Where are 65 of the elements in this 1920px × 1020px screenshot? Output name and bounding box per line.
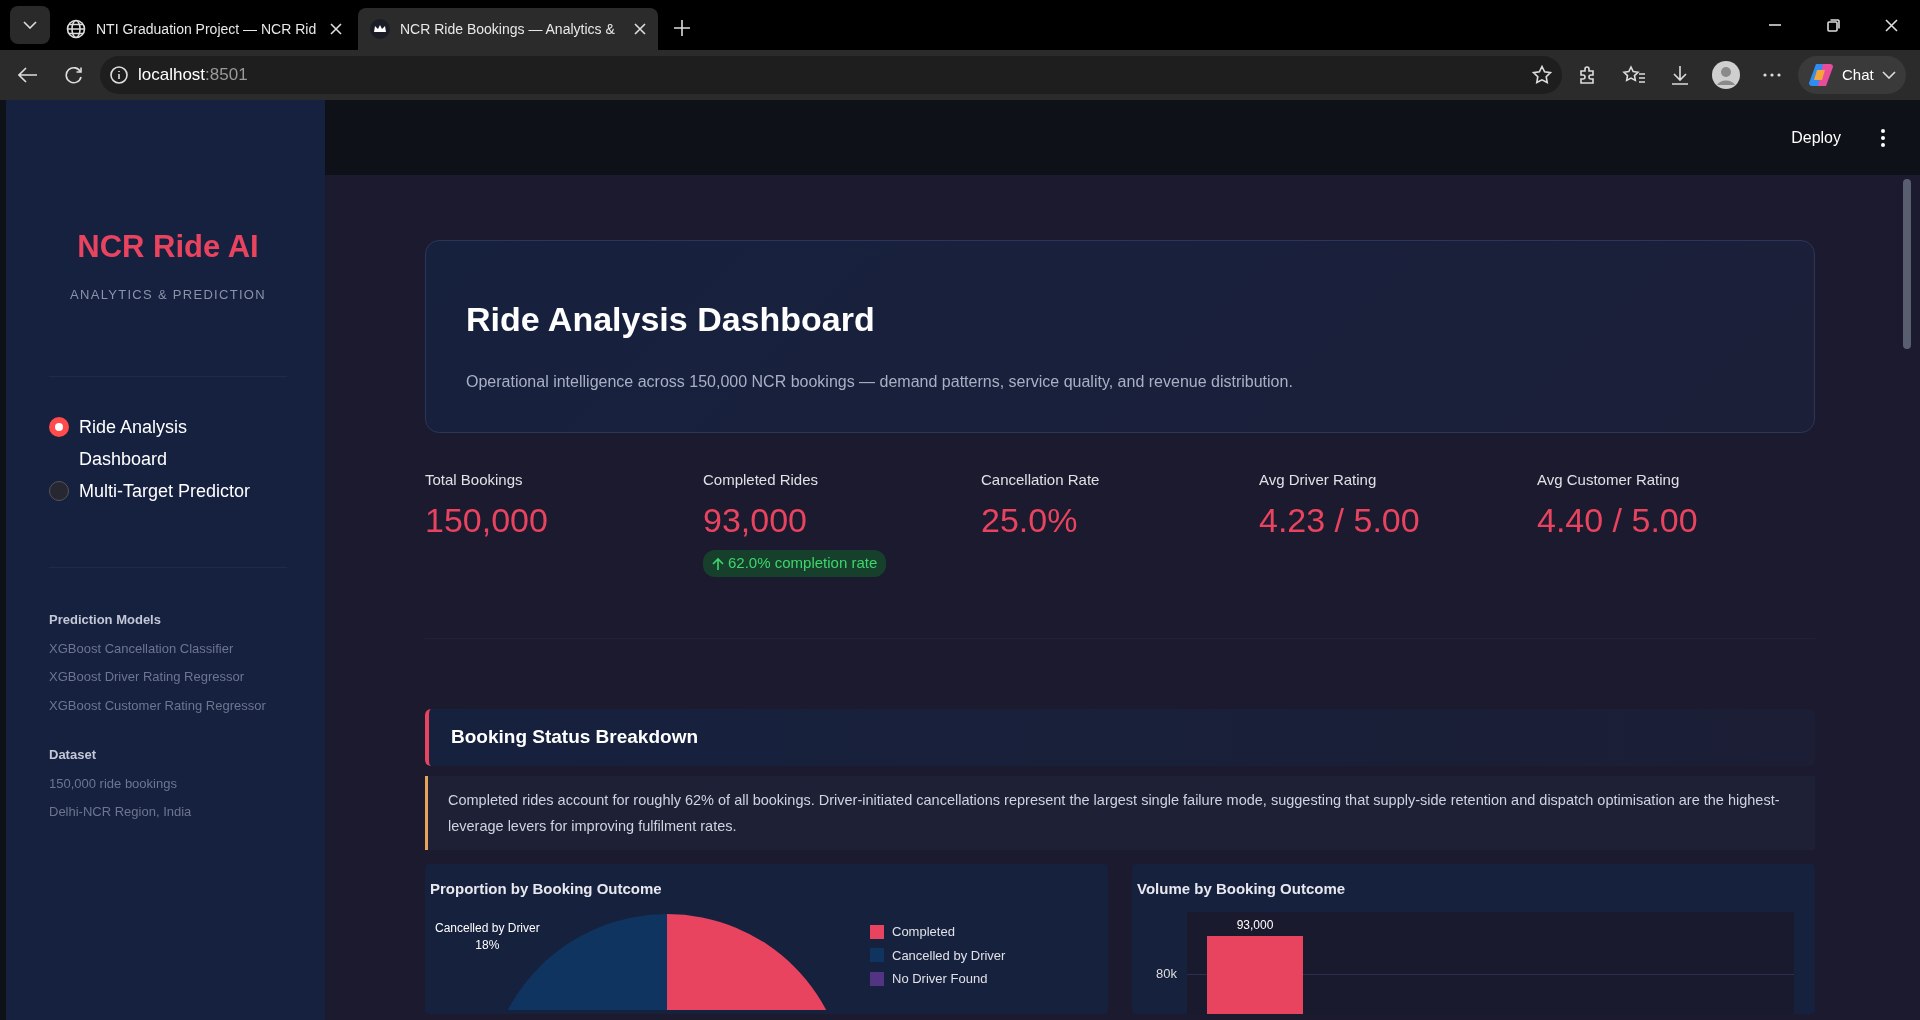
metric-value: 93,000	[703, 500, 808, 542]
section-heading: Prediction Models	[49, 611, 162, 629]
reload-icon	[65, 66, 83, 84]
globe-icon	[66, 19, 86, 39]
minimize-icon	[1769, 24, 1781, 26]
app-title: NCR Ride AI	[76, 228, 260, 266]
metric-value: 4.23 / 5.00	[1259, 500, 1421, 542]
legend-label: Cancelled by Driver	[892, 946, 1006, 965]
axis-tick: 80k	[1156, 966, 1177, 982]
page-subtitle: Operational intelligence across 150,000 NCR bookings — demand patterns, service quality, and revenue distribution.	[466, 371, 1294, 392]
metric-label: Total Bookings	[425, 469, 524, 490]
star-icon	[1532, 65, 1552, 85]
restore-icon	[1826, 18, 1840, 32]
nav-option[interactable]: Multi-Target Predictor	[79, 475, 251, 507]
radio-button[interactable]	[49, 417, 69, 437]
metric-value: 4.40 / 5.00	[1537, 500, 1699, 542]
delta-badge: 62.0% completion rate	[703, 550, 887, 577]
avatar-icon	[1712, 61, 1740, 89]
sidebar-text: XGBoost Driver Rating Regressor	[49, 668, 246, 686]
browser-tab[interactable]: NTI Graduation Project — NCR Rid	[54, 8, 354, 50]
close-icon	[330, 23, 342, 35]
section-heading: Dataset	[49, 746, 97, 764]
copilot-icon	[1808, 62, 1834, 88]
chart-title: Volume by Booking Outcome	[1137, 878, 1347, 899]
chart-title: Proportion by Booking Outcome	[430, 878, 663, 899]
scrollbar[interactable]	[1903, 179, 1911, 349]
app-subtitle: ANALYTICS & PREDICTION	[69, 285, 267, 304]
slice-value: 18%	[474, 937, 501, 955]
metric-value: 150,000	[425, 500, 549, 542]
back-arrow-icon	[18, 67, 38, 83]
kebab-menu-icon	[1881, 128, 1885, 147]
nav-option[interactable]: Ride Analysis Dashboard	[79, 411, 274, 475]
legend-label: Completed	[892, 923, 955, 942]
bar-value-label: 93,000	[1236, 918, 1274, 933]
close-icon	[1884, 18, 1898, 32]
browser-tab[interactable]: NCR Ride Bookings — Analytics &	[358, 8, 658, 50]
slice-label: Cancelled by Driver	[435, 920, 540, 938]
chat-button[interactable]: Chat	[1798, 56, 1906, 94]
section-title: Booking Status Breakdown	[425, 708, 1815, 766]
star-list-icon	[1622, 65, 1646, 85]
sidebar-text: XGBoost Cancellation Classifier	[49, 639, 235, 658]
more-icon	[1763, 73, 1781, 77]
tab-list-button[interactable]	[10, 6, 50, 44]
metric-label: Completed Rides	[703, 469, 820, 490]
info-icon	[110, 66, 128, 84]
metric-label: Cancellation Rate	[981, 469, 1101, 490]
sidebar-text: 150,000 ride bookings	[49, 774, 178, 793]
chevron-down-icon	[1881, 71, 1896, 79]
crown-icon	[370, 19, 390, 39]
sidebar-text: XGBoost Customer Rating Regressor	[49, 696, 267, 715]
chevron-down-icon	[23, 21, 37, 29]
page-title: Ride Analysis Dashboard	[466, 299, 876, 340]
arrow-icon	[712, 556, 724, 571]
download-icon	[1671, 65, 1689, 85]
radio-button[interactable]	[49, 481, 69, 501]
plus-icon	[673, 19, 691, 37]
metric-label: Avg Customer Rating	[1537, 469, 1681, 490]
metric-value: 25.0%	[981, 500, 1079, 542]
address-bar[interactable]: localhost:8501	[100, 56, 1562, 94]
metric-label: Avg Driver Rating	[1259, 469, 1378, 490]
close-icon	[634, 23, 646, 35]
legend-label: No Driver Found	[892, 970, 988, 989]
deploy-button[interactable]: Deploy	[1785, 124, 1847, 151]
sidebar-text: Delhi-NCR Region, India	[49, 803, 193, 821]
insight-note: Completed rides account for roughly 62% of all bookings. Driver-initiated cancellations represent the largest single failure mode, suggesting that supply-side retention and dispatch optimisation are the highest-leverage levers for improving fulfilment rates.	[425, 775, 1815, 850]
